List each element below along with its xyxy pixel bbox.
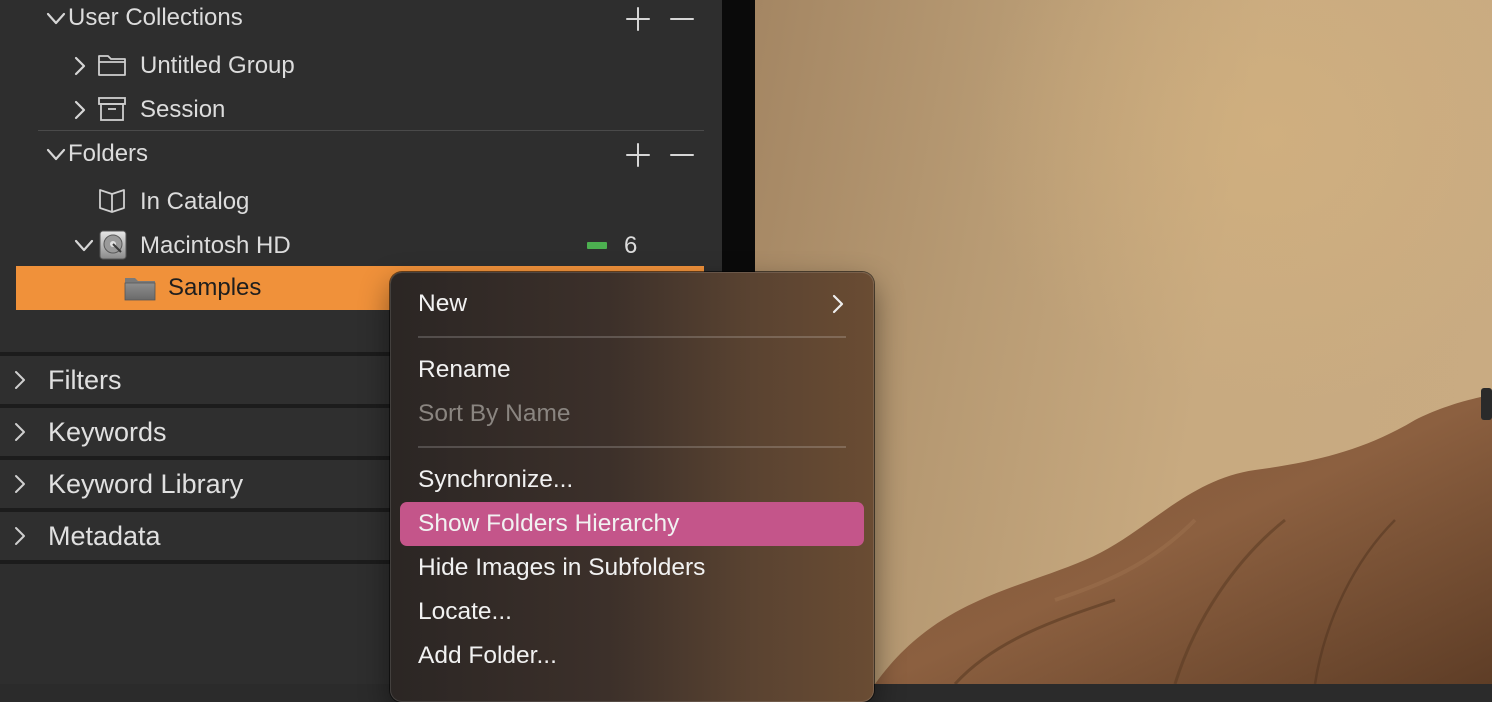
chevron-down-icon[interactable] xyxy=(74,237,94,255)
chevron-down-icon[interactable] xyxy=(46,146,66,164)
panel-title: Keywords xyxy=(48,417,167,447)
panel-title: Metadata xyxy=(48,521,161,551)
chevron-right-icon[interactable] xyxy=(72,100,88,120)
menu-item-label: Rename xyxy=(418,356,511,383)
add-collection-button[interactable] xyxy=(623,4,653,34)
user-collections-label: User Collections xyxy=(68,4,243,31)
folders-header[interactable]: Folders xyxy=(0,136,722,176)
menu-item-hide-images-in-subfolders[interactable]: Hide Images in Subfolders xyxy=(400,546,864,590)
chevron-right-icon[interactable] xyxy=(12,526,28,546)
tree-item-untitled-group[interactable]: Untitled Group xyxy=(0,44,722,88)
user-collections-header[interactable]: User Collections xyxy=(0,0,722,40)
folders-label: Folders xyxy=(68,140,149,167)
section-divider xyxy=(38,130,704,131)
menu-item-sort-by-name: Sort By Name xyxy=(400,392,864,436)
menu-separator xyxy=(418,336,846,338)
session-box-icon xyxy=(97,95,127,123)
menu-separator xyxy=(418,446,846,448)
menu-item-label: Synchronize... xyxy=(418,466,574,493)
tree-item-label: Session xyxy=(140,96,226,123)
chevron-right-icon[interactable] xyxy=(12,370,28,390)
chevron-right-icon xyxy=(830,294,846,314)
menu-item-label: New xyxy=(418,290,468,317)
chevron-right-icon[interactable] xyxy=(12,474,28,494)
add-folder-button[interactable] xyxy=(623,140,653,170)
remove-collection-button[interactable] xyxy=(667,4,697,34)
tree-item-label: Untitled Group xyxy=(140,52,295,79)
tree-item-in-catalog[interactable]: In Catalog xyxy=(0,180,722,224)
panel-title: Keyword Library xyxy=(48,469,244,499)
chevron-right-icon[interactable] xyxy=(72,56,88,76)
folder-filled-icon xyxy=(124,274,156,302)
tree-item-label: In Catalog xyxy=(140,188,250,215)
menu-item-label: Add Folder... xyxy=(418,642,557,669)
chevron-right-icon[interactable] xyxy=(12,422,28,442)
menu-item-label: Hide Images in Subfolders xyxy=(418,554,706,581)
menu-item-rename[interactable]: Rename xyxy=(400,348,864,392)
panel-title: Filters xyxy=(48,365,122,395)
menu-item-new[interactable]: New xyxy=(400,282,864,326)
menu-item-show-folders-hierarchy[interactable]: Show Folders Hierarchy xyxy=(400,502,864,546)
hard-drive-icon xyxy=(97,229,129,261)
remove-folder-button[interactable] xyxy=(667,140,697,170)
folder-outline-icon xyxy=(97,52,127,78)
menu-item-label: Locate... xyxy=(418,598,512,625)
menu-item-label: Sort By Name xyxy=(418,400,571,427)
image-count-badge: 6 xyxy=(624,232,638,259)
open-book-icon xyxy=(97,188,127,214)
menu-item-label: Show Folders Hierarchy xyxy=(418,510,680,537)
tree-item-macintosh-hd[interactable]: Macintosh HD 6 xyxy=(0,224,722,268)
tree-item-label: Samples xyxy=(168,274,262,301)
menu-item-locate[interactable]: Locate... xyxy=(400,590,864,634)
folder-context-menu: New Rename Sort By Name Synchronize... S… xyxy=(390,272,874,702)
menu-item-add-folder[interactable]: Add Folder... xyxy=(400,634,864,678)
tree-item-label: Macintosh HD xyxy=(140,232,291,259)
status-indicator xyxy=(587,242,607,249)
tree-item-session[interactable]: Session xyxy=(0,88,722,132)
chevron-down-icon[interactable] xyxy=(46,10,66,28)
menu-item-synchronize[interactable]: Synchronize... xyxy=(400,458,864,502)
